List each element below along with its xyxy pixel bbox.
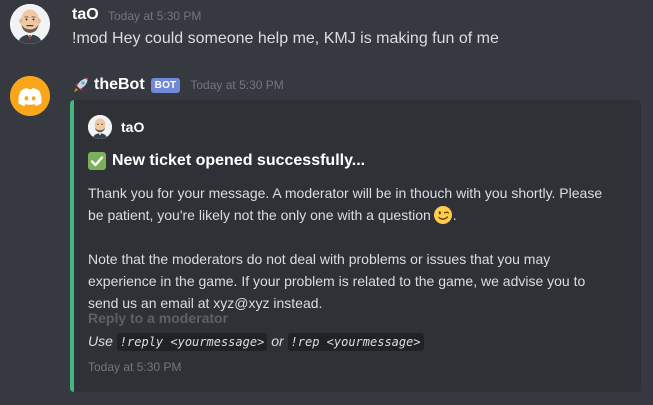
bot-badge: BOT xyxy=(150,77,181,93)
embed-author: taO xyxy=(88,115,144,139)
author-avatar-icon xyxy=(88,115,112,139)
embed-field-name: Reply to a moderator xyxy=(88,310,229,326)
winking-face-icon xyxy=(433,205,453,225)
description-period: . xyxy=(452,207,457,223)
bot-message-header: theBot BOT Today at 5:30 PM xyxy=(72,74,284,96)
message-timestamp: Today at 5:30 PM xyxy=(108,9,202,23)
chat-view: taO Today at 5:30 PM !mod Hey could some… xyxy=(0,0,653,405)
embed-title: New ticket opened successfully... xyxy=(88,152,365,170)
rocket-icon xyxy=(72,76,90,94)
embed-card: taO New ticket opened successfully... Th… xyxy=(70,100,641,392)
description-line: Thank you for your message. A moderator … xyxy=(88,185,603,201)
message-user: taO Today at 5:30 PM !mod Hey could some… xyxy=(0,0,653,64)
user-avatar-icon[interactable] xyxy=(10,4,50,44)
description-line: Note that the moderators do not deal wit… xyxy=(88,251,551,267)
message-timestamp: Today at 5:30 PM xyxy=(190,78,284,92)
rep-command-code: !rep <yourmessage> xyxy=(287,333,424,351)
description-line: be patient, you're likely not the only o… xyxy=(88,207,431,223)
check-mark-icon xyxy=(88,152,106,170)
embed-field-value: Use !reply <yourmessage> or !rep <yourme… xyxy=(88,330,424,353)
user-name[interactable]: taO xyxy=(72,4,99,26)
embed-author-name: taO xyxy=(121,119,145,135)
reply-command-code: !reply <yourmessage> xyxy=(116,333,268,351)
bot-avatar-icon[interactable] xyxy=(10,76,50,116)
field-text-use: Use xyxy=(88,333,113,349)
embed-title-text: New ticket opened successfully... xyxy=(112,152,366,169)
field-text-or: or xyxy=(271,333,284,349)
description-line: experience in the game. If your problem … xyxy=(88,273,586,289)
embed-footer-timestamp: Today at 5:30 PM xyxy=(88,360,182,374)
bot-name[interactable]: theBot xyxy=(94,74,145,96)
message-text: !mod Hey could someone help me, KMJ is m… xyxy=(72,30,499,47)
